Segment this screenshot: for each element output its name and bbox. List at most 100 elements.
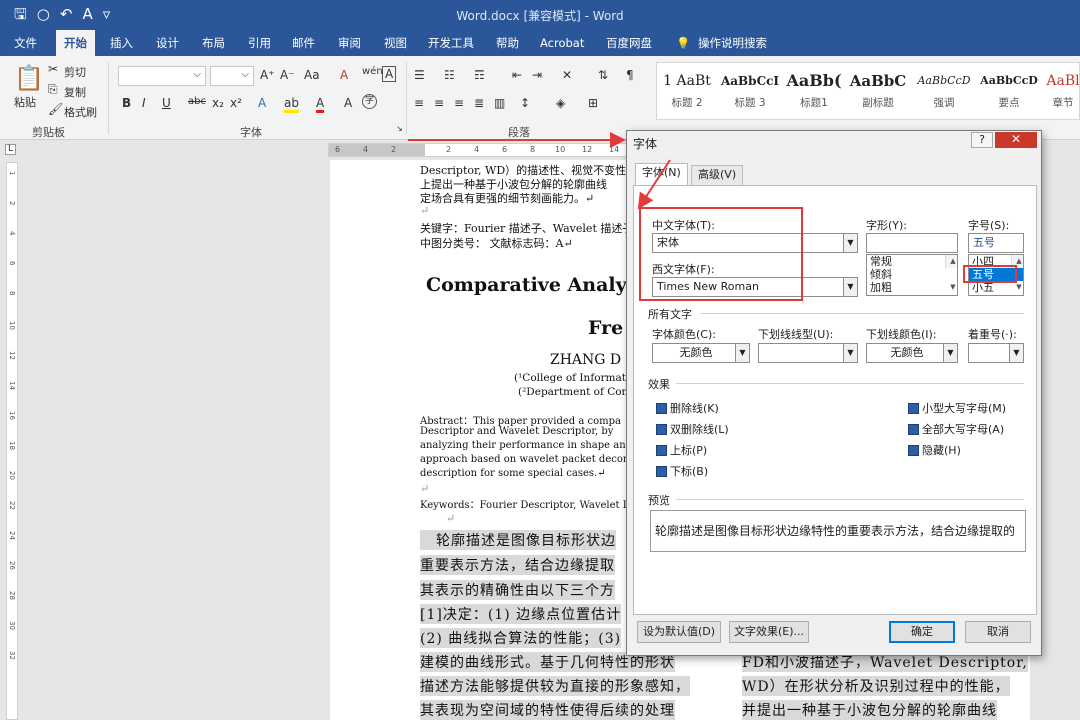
- style-heading-2[interactable]: 1 AaBt 标题 2: [657, 63, 717, 121]
- chevron-down-icon[interactable]: ▼: [843, 234, 857, 252]
- list-item[interactable]: 倾斜: [867, 268, 957, 281]
- format-painter-button[interactable]: 格式刷: [64, 104, 97, 120]
- tab-layout[interactable]: 布局: [194, 30, 233, 56]
- sort-icon[interactable]: ⇅: [598, 68, 608, 82]
- style-subtitle[interactable]: AaBbC 副标题: [847, 63, 909, 121]
- tell-me-search[interactable]: 操作说明搜索: [690, 30, 775, 56]
- underline-style-combo[interactable]: ▼: [758, 343, 858, 363]
- tab-acrobat[interactable]: Acrobat: [532, 30, 592, 56]
- justify-icon[interactable]: ≣: [474, 96, 484, 110]
- show-marks-icon[interactable]: ¶: [626, 68, 634, 82]
- font-color-combo[interactable]: 无颜色 ▼: [652, 343, 750, 363]
- chevron-down-icon[interactable]: ▼: [943, 344, 957, 362]
- phonetic-guide-icon[interactable]: wén: [362, 66, 383, 77]
- tab-advanced[interactable]: 高级(V): [691, 165, 744, 185]
- shading-icon[interactable]: ◈: [556, 96, 565, 110]
- cancel-button[interactable]: 取消: [965, 621, 1031, 643]
- bullets-icon[interactable]: ☰: [414, 68, 425, 82]
- grow-font-icon[interactable]: A⁺: [260, 68, 275, 82]
- align-center-icon[interactable]: ≡: [434, 96, 444, 110]
- style-chapter[interactable]: AaBl 章节: [1043, 63, 1080, 121]
- font-style-input[interactable]: [866, 233, 958, 253]
- tab-home[interactable]: 开始: [56, 30, 95, 56]
- tab-file[interactable]: 文件: [6, 30, 45, 56]
- decrease-indent-icon[interactable]: ⇤: [512, 68, 522, 82]
- style-heading-3[interactable]: AaBbCcI 标题 3: [719, 63, 781, 121]
- text-effects-button[interactable]: 文字效果(E)...: [729, 621, 809, 643]
- vertical-ruler[interactable]: 1 2 4 6 8 10 12 14 16 18 20 22 24 26 28 …: [6, 162, 18, 720]
- tab-developer[interactable]: 开发工具: [420, 30, 482, 56]
- tab-design[interactable]: 设计: [148, 30, 187, 56]
- clear-format-icon[interactable]: A: [340, 68, 348, 82]
- highlight-color-icon[interactable]: ab: [284, 96, 299, 113]
- all-caps-checkbox[interactable]: 全部大写字母(A): [908, 421, 1004, 437]
- enclose-char-icon[interactable]: 字: [362, 94, 377, 109]
- tab-insert[interactable]: 插入: [102, 30, 141, 56]
- scrollbar[interactable]: ▲ ▼: [945, 255, 957, 291]
- font-style-list[interactable]: 常规 倾斜 加粗 ▲ ▼: [866, 254, 958, 296]
- chevron-down-icon[interactable]: ▼: [735, 344, 749, 362]
- font-size-input[interactable]: 五号: [968, 233, 1024, 253]
- cut-button[interactable]: 剪切: [64, 64, 86, 80]
- underline-button[interactable]: U: [162, 96, 171, 110]
- help-button[interactable]: ?: [971, 132, 993, 148]
- list-item[interactable]: 常规: [867, 255, 957, 268]
- strikethrough-button[interactable]: abc: [188, 96, 206, 107]
- distributed-icon[interactable]: ▥: [494, 96, 505, 110]
- tab-references[interactable]: 引用: [240, 30, 279, 56]
- small-caps-checkbox[interactable]: 小型大写字母(M): [908, 400, 1006, 416]
- char-border-icon[interactable]: A: [382, 66, 397, 82]
- font-name-combo[interactable]: ⌵: [118, 66, 206, 86]
- paste-icon[interactable]: 📋: [14, 64, 44, 92]
- superscript-button[interactable]: x²: [230, 96, 242, 110]
- copy-icon[interactable]: ⎘: [48, 82, 58, 97]
- tab-font[interactable]: 字体(N): [635, 163, 688, 186]
- align-left-icon[interactable]: ≡: [414, 96, 424, 110]
- tab-review[interactable]: 审阅: [330, 30, 369, 56]
- hidden-checkbox[interactable]: 隐藏(H): [908, 442, 961, 458]
- ok-button[interactable]: 确定: [889, 621, 955, 643]
- chinese-layout-icon[interactable]: ✕: [562, 68, 572, 82]
- tab-help[interactable]: 帮助: [488, 30, 527, 56]
- paste-button[interactable]: 粘贴: [14, 94, 36, 110]
- style-heading-1[interactable]: AaBb(标题1: [783, 63, 845, 121]
- multilevel-list-icon[interactable]: ☶: [474, 68, 485, 82]
- copy-button[interactable]: 复制: [64, 84, 86, 100]
- numbering-icon[interactable]: ☷: [444, 68, 455, 82]
- list-item[interactable]: 加粗: [867, 281, 957, 294]
- style-key-point[interactable]: AaBbCcD 要点: [977, 63, 1041, 121]
- cut-icon[interactable]: ✂: [48, 62, 58, 76]
- strikethrough-checkbox[interactable]: 删除线(K): [656, 400, 719, 416]
- font-color-icon[interactable]: A: [316, 96, 325, 113]
- set-default-button[interactable]: 设为默认值(D): [637, 621, 721, 643]
- align-right-icon[interactable]: ≡: [454, 96, 464, 110]
- subscript-checkbox[interactable]: 下标(B): [656, 463, 708, 479]
- double-strikethrough-checkbox[interactable]: 双删除线(L): [656, 421, 729, 437]
- chevron-down-icon[interactable]: ▼: [1009, 344, 1023, 362]
- font-dialog-launcher-icon[interactable]: ↘: [396, 124, 403, 133]
- shrink-font-icon[interactable]: A⁻: [280, 68, 295, 82]
- font-size-combo[interactable]: ⌵: [210, 66, 254, 86]
- style-emphasis[interactable]: AaBbCcD 强调: [913, 63, 975, 121]
- tab-selector-icon[interactable]: L: [5, 144, 16, 155]
- chevron-down-icon[interactable]: ▼: [843, 278, 857, 296]
- borders-icon[interactable]: ⊞: [588, 96, 598, 110]
- text-effects-icon[interactable]: A: [258, 96, 266, 110]
- underline-color-combo[interactable]: 无颜色 ▼: [866, 343, 958, 363]
- close-button[interactable]: ✕: [995, 132, 1037, 148]
- bold-button[interactable]: B: [122, 96, 131, 110]
- format-painter-icon[interactable]: 🖌: [48, 102, 63, 116]
- superscript-checkbox[interactable]: 上标(P): [656, 442, 707, 458]
- size-selection-highlight: [963, 265, 1017, 283]
- chevron-down-icon[interactable]: ▼: [843, 344, 857, 362]
- change-case-icon[interactable]: Aa: [304, 68, 320, 82]
- tab-mailings[interactable]: 邮件: [284, 30, 323, 56]
- tab-baidu-netdisk[interactable]: 百度网盘: [598, 30, 660, 56]
- increase-indent-icon[interactable]: ⇥: [532, 68, 542, 82]
- italic-button[interactable]: I: [142, 96, 146, 110]
- emphasis-mark-combo[interactable]: ▼: [968, 343, 1024, 363]
- tab-view[interactable]: 视图: [376, 30, 415, 56]
- subscript-button[interactable]: x₂: [212, 96, 224, 110]
- line-spacing-icon[interactable]: ↕: [520, 96, 530, 110]
- char-shading-icon[interactable]: A: [344, 96, 352, 110]
